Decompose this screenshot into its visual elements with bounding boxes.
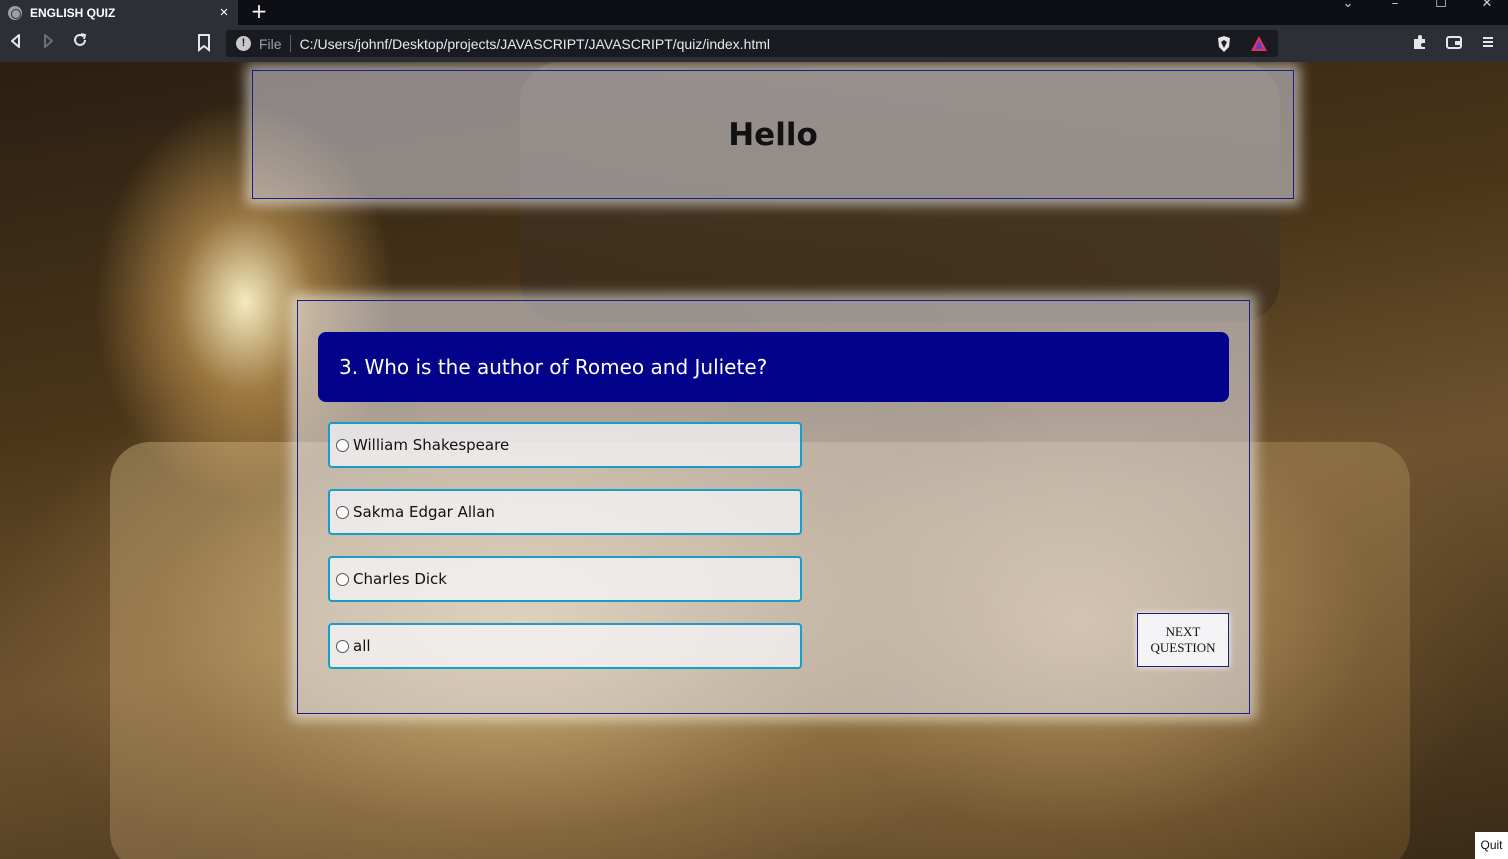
answer-option[interactable]: Sakma Edgar Allan — [328, 489, 802, 535]
brave-shield-icon[interactable] — [1216, 35, 1232, 53]
answer-option-label: Sakma Edgar Allan — [353, 503, 495, 521]
back-icon[interactable] — [5, 32, 27, 54]
answer-option-label: William Shakespeare — [353, 436, 510, 454]
tab-close-icon[interactable]: × — [214, 4, 234, 21]
header-panel: Hello — [252, 70, 1294, 199]
globe-icon — [8, 5, 22, 20]
tab-title: ENGLISH QUIZ — [30, 5, 116, 20]
browser-tab[interactable]: ENGLISH QUIZ × — [0, 0, 238, 25]
reload-icon[interactable] — [69, 32, 91, 54]
close-window-icon[interactable]: ✕ — [1472, 0, 1502, 12]
wallet-icon[interactable] — [1444, 34, 1464, 54]
new-tab-button[interactable]: + — [248, 0, 270, 24]
radio-button[interactable] — [336, 505, 349, 519]
browser-toolbar: ! File C:/Users/johnf/Desktop/projects/J… — [0, 25, 1508, 62]
forward-icon[interactable] — [37, 32, 59, 54]
info-icon[interactable]: ! — [236, 36, 251, 51]
answer-option-label: Charles Dick — [353, 570, 447, 588]
tab-strip: ENGLISH QUIZ × + ⌄ – ☐ ✕ — [0, 0, 1508, 25]
radio-button[interactable] — [336, 572, 349, 586]
file-label: File — [259, 35, 282, 52]
menu-icon[interactable] — [1478, 34, 1498, 54]
bookmark-icon[interactable] — [196, 33, 212, 53]
page-title: Hello — [728, 116, 818, 153]
answer-option-label: all — [353, 637, 371, 655]
brave-rewards-icon[interactable] — [1250, 35, 1268, 52]
address-separator — [289, 35, 291, 52]
maximize-icon[interactable]: ☐ — [1426, 0, 1456, 12]
page-background: Hello 3. Who is the author of Romeo and … — [0, 62, 1508, 859]
answer-option[interactable]: William Shakespeare — [328, 422, 802, 468]
radio-button[interactable] — [336, 438, 349, 452]
radio-button[interactable] — [336, 639, 349, 653]
extensions-icon[interactable] — [1410, 34, 1430, 54]
answer-option[interactable]: Charles Dick — [328, 556, 802, 602]
answer-option[interactable]: all — [328, 623, 802, 669]
quiz-panel: 3. Who is the author of Romeo and Juliet… — [297, 300, 1250, 714]
tab-search-icon[interactable]: ⌄ — [1333, 0, 1363, 12]
next-question-button[interactable]: NEXT QUESTION — [1137, 613, 1229, 667]
quit-button[interactable]: Quit — [1475, 832, 1508, 859]
url-text[interactable]: C:/Users/johnf/Desktop/projects/JAVASCRI… — [300, 36, 1216, 52]
question-text: 3. Who is the author of Romeo and Juliet… — [339, 355, 768, 379]
address-bar[interactable]: ! File C:/Users/johnf/Desktop/projects/J… — [226, 30, 1278, 57]
minimize-icon[interactable]: – — [1380, 0, 1410, 12]
question-banner: 3. Who is the author of Romeo and Juliet… — [318, 332, 1229, 402]
